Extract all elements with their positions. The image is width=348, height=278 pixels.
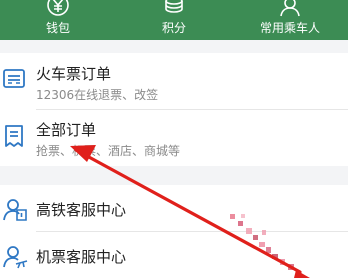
order-list-icon (2, 124, 26, 152)
hsr-support-icon (2, 194, 28, 226)
train-orders-subtitle: 12306在线退票、改签 (36, 88, 159, 102)
wallet-yen-icon (46, 0, 70, 22)
nav-points-label: 积分 (161, 21, 186, 35)
nav-wallet[interactable]: 钱包 (0, 0, 116, 40)
train-ticket-icon (2, 68, 26, 94)
all-orders-row[interactable]: 全部订单 抢票、机票、酒店、商城等 (0, 110, 348, 166)
all-orders-subtitle: 抢票、机票、酒店、商城等 (36, 144, 181, 158)
nav-passengers-label: 常用乘车人 (259, 21, 320, 35)
hsr-service-row[interactable]: 高铁客服中心 (0, 185, 348, 231)
service-group: 高铁客服中心 机票客服中心 (0, 185, 348, 278)
flight-service-title: 机票客服中心 (36, 248, 127, 266)
nav-passengers[interactable]: 常用乘车人 (232, 0, 348, 40)
orders-group: 火车票订单 12306在线退票、改签 全部订单 抢票、机票、酒店、商城等 (0, 53, 348, 166)
coins-icon (163, 0, 185, 22)
hsr-service-title: 高铁客服中心 (36, 201, 127, 219)
train-orders-row[interactable]: 火车票订单 12306在线退票、改签 (0, 53, 348, 109)
passenger-icon (278, 0, 302, 22)
nav-points[interactable]: 积分 (116, 0, 232, 40)
top-nav-bar: 钱包 积分 常用乘车人 (0, 0, 348, 40)
nav-wallet-label: 钱包 (45, 21, 70, 35)
train-orders-title: 火车票订单 (36, 65, 112, 83)
flight-service-row[interactable]: 机票客服中心 (0, 232, 348, 278)
flight-support-icon (2, 242, 28, 274)
all-orders-title: 全部订单 (36, 121, 97, 139)
